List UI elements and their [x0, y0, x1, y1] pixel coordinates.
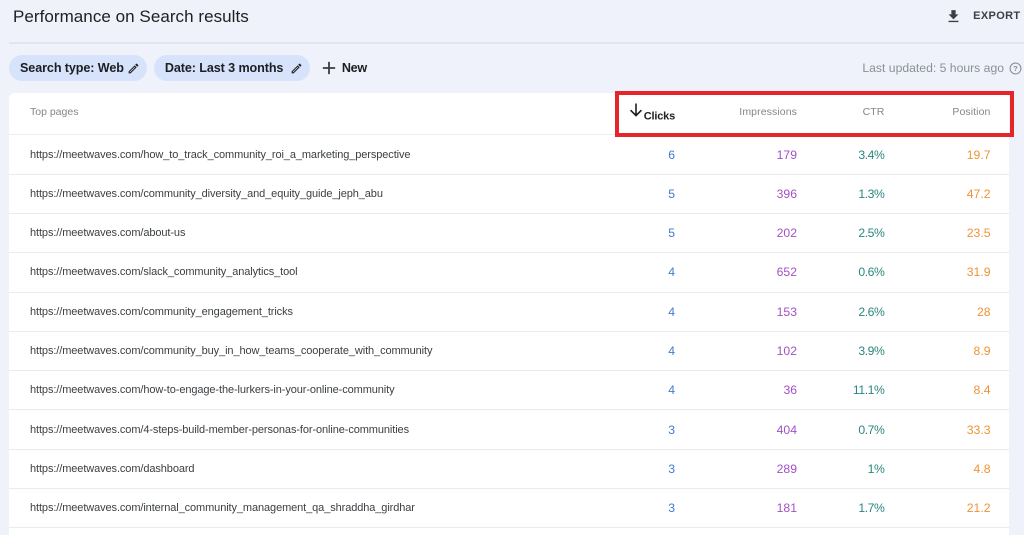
svg-text:?: ?	[1013, 63, 1018, 72]
